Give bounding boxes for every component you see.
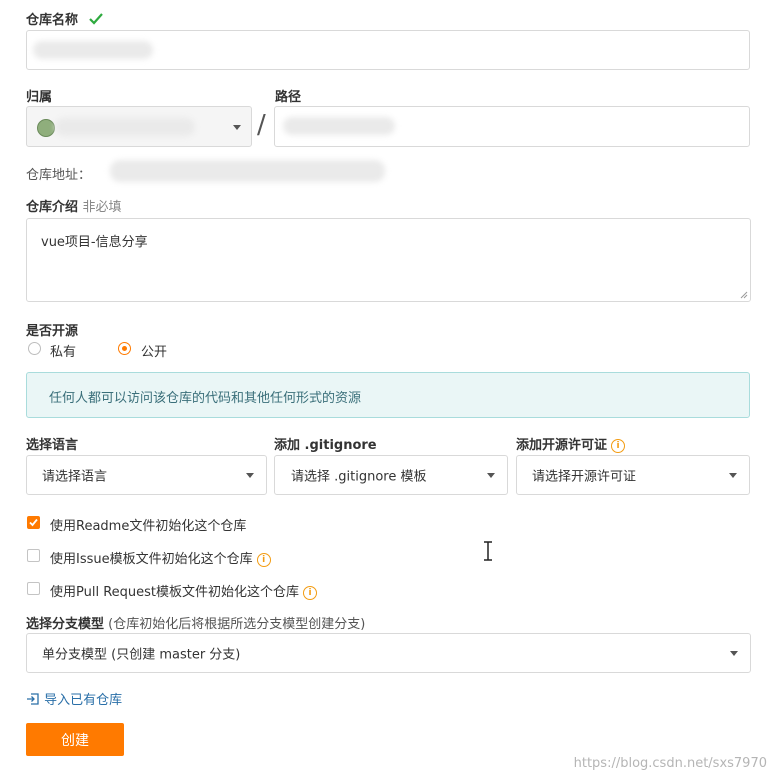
create-button[interactable]: 创建: [26, 723, 124, 756]
branch-label: 选择分支模型 (仓库初始化后将根据所选分支模型创建分支): [26, 613, 365, 632]
radio-public-label[interactable]: 公开: [141, 341, 167, 360]
info-icon[interactable]: i: [303, 585, 318, 600]
checkbox-pull-request-label-text: 使用Pull Request模板文件初始化这个仓库: [50, 585, 300, 600]
checkbox-issue-label-text: 使用Issue模板文件初始化这个仓库: [50, 552, 253, 567]
repo-address-label: 仓库地址：: [26, 168, 92, 183]
repo-name-input[interactable]: [26, 30, 750, 70]
intro-text: vue项目-信息分享: [41, 235, 148, 250]
watermark: https://blog.csdn.net/sxs7970: [573, 756, 767, 771]
language-label: 选择语言: [26, 438, 79, 453]
chevron-down-icon: [730, 651, 738, 656]
radio-private[interactable]: [28, 342, 41, 355]
checkmark-icon: [29, 518, 38, 527]
optional-hint: 非必填: [82, 200, 122, 215]
chevron-down-icon: [487, 473, 495, 478]
text-cursor-icon: [484, 541, 492, 561]
path-label: 路径: [275, 90, 302, 105]
open-source-label: 是否开源: [26, 324, 79, 339]
checkbox-issue[interactable]: [27, 549, 40, 562]
chevron-down-icon: [729, 473, 737, 478]
import-repo-link[interactable]: 导入已有仓库: [26, 689, 122, 708]
import-icon: [27, 693, 39, 705]
gitignore-select-value: 请选择 .gitignore 模板: [291, 469, 427, 485]
branch-select-value: 单分支模型 (只创建 master 分支): [42, 647, 241, 663]
repo-name-label-text: 仓库名称: [26, 13, 79, 28]
info-icon[interactable]: i: [256, 552, 271, 567]
owner-select[interactable]: [26, 106, 252, 147]
radio-public[interactable]: [118, 342, 131, 355]
license-label-text: 添加开源许可证: [516, 438, 608, 453]
intro-label: 仓库介绍 非必填: [26, 196, 122, 215]
gitignore-label: 添加 .gitignore: [274, 438, 377, 453]
checkmark-icon: [88, 13, 103, 25]
license-select-value: 请选择开源许可证: [532, 469, 637, 485]
language-select-value: 请选择语言: [42, 469, 108, 485]
info-icon[interactable]: i: [611, 438, 626, 453]
branch-select[interactable]: 单分支模型 (只创建 master 分支): [26, 633, 751, 673]
chevron-down-icon: [233, 124, 241, 130]
checkbox-readme-label[interactable]: 使用Readme文件初始化这个仓库: [50, 515, 246, 534]
license-select[interactable]: 请选择开源许可证: [516, 455, 750, 495]
branch-hint: (仓库初始化后将根据所选分支模型创建分支): [108, 617, 366, 632]
checkbox-pull-request-label[interactable]: 使用Pull Request模板文件初始化这个仓库 i: [50, 581, 318, 600]
repo-name-label: 仓库名称: [26, 9, 103, 28]
avatar: [37, 119, 55, 137]
public-notice-text: 任何人都可以访问该仓库的代码和其他任何形式的资源: [49, 391, 362, 406]
checkbox-readme[interactable]: [27, 516, 40, 529]
license-label: 添加开源许可证 i: [516, 434, 626, 453]
owner-label: 归属: [26, 90, 53, 105]
public-notice: 任何人都可以访问该仓库的代码和其他任何形式的资源: [26, 372, 750, 418]
branch-label-text: 选择分支模型: [26, 617, 105, 632]
checkbox-issue-label[interactable]: 使用Issue模板文件初始化这个仓库 i: [50, 548, 271, 567]
checkbox-pull-request[interactable]: [27, 582, 40, 595]
owner-path-separator: /: [257, 110, 266, 140]
chevron-down-icon: [246, 473, 254, 478]
resize-handle-icon[interactable]: [740, 291, 748, 299]
path-input[interactable]: [274, 106, 750, 147]
intro-textarea[interactable]: vue项目-信息分享: [26, 218, 751, 302]
gitignore-select[interactable]: 请选择 .gitignore 模板: [274, 455, 508, 495]
radio-private-label[interactable]: 私有: [50, 341, 76, 360]
import-repo-link-text: 导入已有仓库: [44, 693, 123, 708]
language-select[interactable]: 请选择语言: [26, 455, 267, 495]
intro-label-text: 仓库介绍: [26, 200, 79, 215]
